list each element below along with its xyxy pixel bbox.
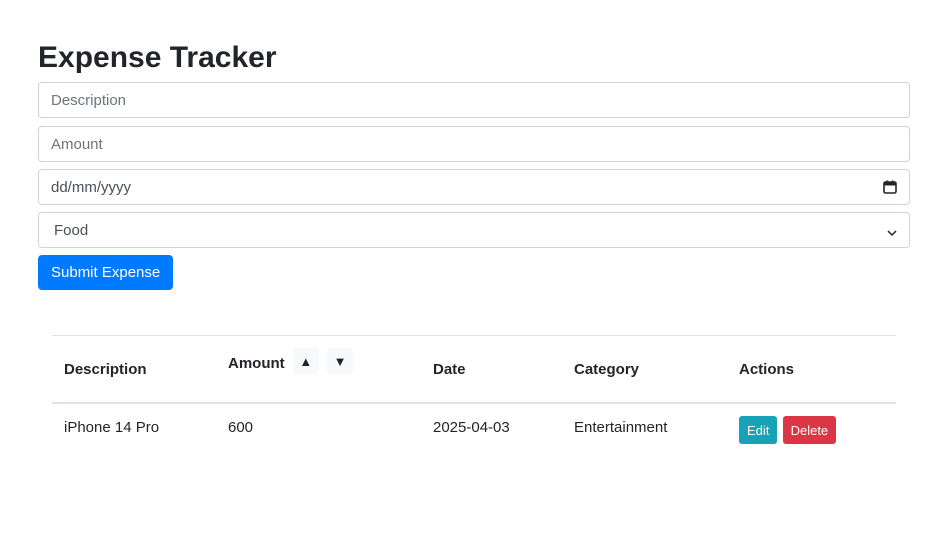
header-amount-label: Amount: [228, 354, 285, 372]
cell-date: 2025-04-03: [433, 419, 510, 436]
sort-asc-button[interactable]: ▲: [292, 348, 319, 374]
amount-input[interactable]: Amount: [38, 126, 910, 162]
delete-button[interactable]: Delete: [782, 416, 837, 444]
page-title: Expense Tracker: [38, 41, 277, 74]
date-input[interactable]: dd/mm/yyyy: [38, 169, 910, 205]
header-amount: Amount ▲ ▼: [216, 335, 421, 404]
description-input[interactable]: Description: [38, 82, 910, 118]
amount-placeholder: Amount: [51, 135, 103, 153]
header-category: Category: [562, 335, 727, 404]
header-description: Description: [52, 335, 216, 404]
date-placeholder: dd/mm/yyyy: [51, 178, 132, 196]
cell-actions: Edit Delete: [727, 403, 896, 453]
header-actions: Actions: [727, 335, 896, 404]
category-selected-value: Food: [54, 221, 89, 239]
header-date: Date: [421, 335, 562, 404]
category-select[interactable]: Food: [38, 212, 910, 248]
calendar-icon[interactable]: [883, 180, 897, 194]
sort-desc-button[interactable]: ▼: [327, 348, 353, 374]
submit-expense-button[interactable]: Submit Expense: [38, 255, 174, 290]
expense-table: Description Amount ▲ ▼ Date Category Act…: [52, 335, 896, 453]
cell-amount: 600: [228, 419, 254, 436]
table-header-row: Description Amount ▲ ▼ Date Category Act…: [52, 335, 896, 404]
cell-description: iPhone 14 Pro: [64, 419, 160, 436]
cell-category: Entertainment: [574, 419, 668, 436]
chevron-down-icon: [887, 225, 897, 237]
table-row: iPhone 14 Pro 600 2025-04-03 Entertainme…: [52, 403, 896, 453]
description-placeholder: Description: [51, 91, 127, 109]
edit-button[interactable]: Edit: [739, 416, 778, 444]
expense-table-wrapper: Description Amount ▲ ▼ Date Category Act…: [52, 335, 896, 453]
